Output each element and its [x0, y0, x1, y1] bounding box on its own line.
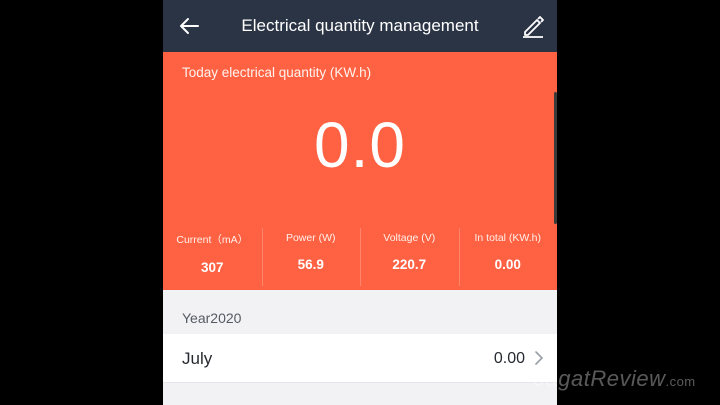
scrollbar[interactable] [554, 92, 557, 224]
today-quantity-value: 0.0 [314, 109, 406, 181]
stat-value: 0.00 [494, 257, 521, 272]
stat-label: Power (W) [285, 232, 336, 244]
stat-value: 56.9 [297, 257, 324, 272]
month-value: 0.00 [493, 350, 525, 367]
month-row-july[interactable]: July 0.00 [163, 334, 557, 382]
today-quantity-label: Today electrical quantity (KW.h) [182, 65, 372, 80]
stat-power: Power (W) 56.9 [261, 224, 361, 290]
month-name: July [182, 349, 213, 368]
chevron-right-icon [535, 351, 543, 365]
stat-label: In total (KW.h) [474, 232, 542, 244]
stat-label: Voltage (V) [383, 232, 436, 244]
watermark-logo: JagatReview.com [534, 366, 696, 392]
phone-screen: Electrical quantity management Today ele… [163, 0, 557, 405]
today-summary-panel: Today electrical quantity (KW.h) 0.0 Cur… [163, 52, 557, 290]
stat-value: 307 [200, 260, 224, 275]
arrow-left-icon [180, 18, 199, 34]
stat-value: 220.7 [392, 257, 427, 272]
stat-total: In total (KW.h) 0.00 [458, 224, 558, 290]
pencil-icon [523, 16, 544, 38]
back-button[interactable] [173, 10, 205, 42]
app-bar: Electrical quantity management [163, 0, 557, 52]
page-title: Electrical quantity management [241, 16, 479, 35]
screen: Electrical quantity management Today ele… [0, 0, 720, 405]
stat-current: Current（mA） 307 [163, 224, 262, 290]
stats-row: Current（mA） 307 Power (W) 56.9 Voltage (… [163, 224, 557, 290]
divider [163, 382, 557, 383]
watermark-suffix: .com [665, 374, 696, 389]
stat-label: Current（mA） [176, 234, 249, 246]
stat-voltage: Voltage (V) 220.7 [360, 224, 459, 290]
year-header: Year2020 [182, 310, 242, 326]
edit-button[interactable] [517, 10, 549, 42]
watermark-brand: JagatReview [534, 366, 666, 391]
